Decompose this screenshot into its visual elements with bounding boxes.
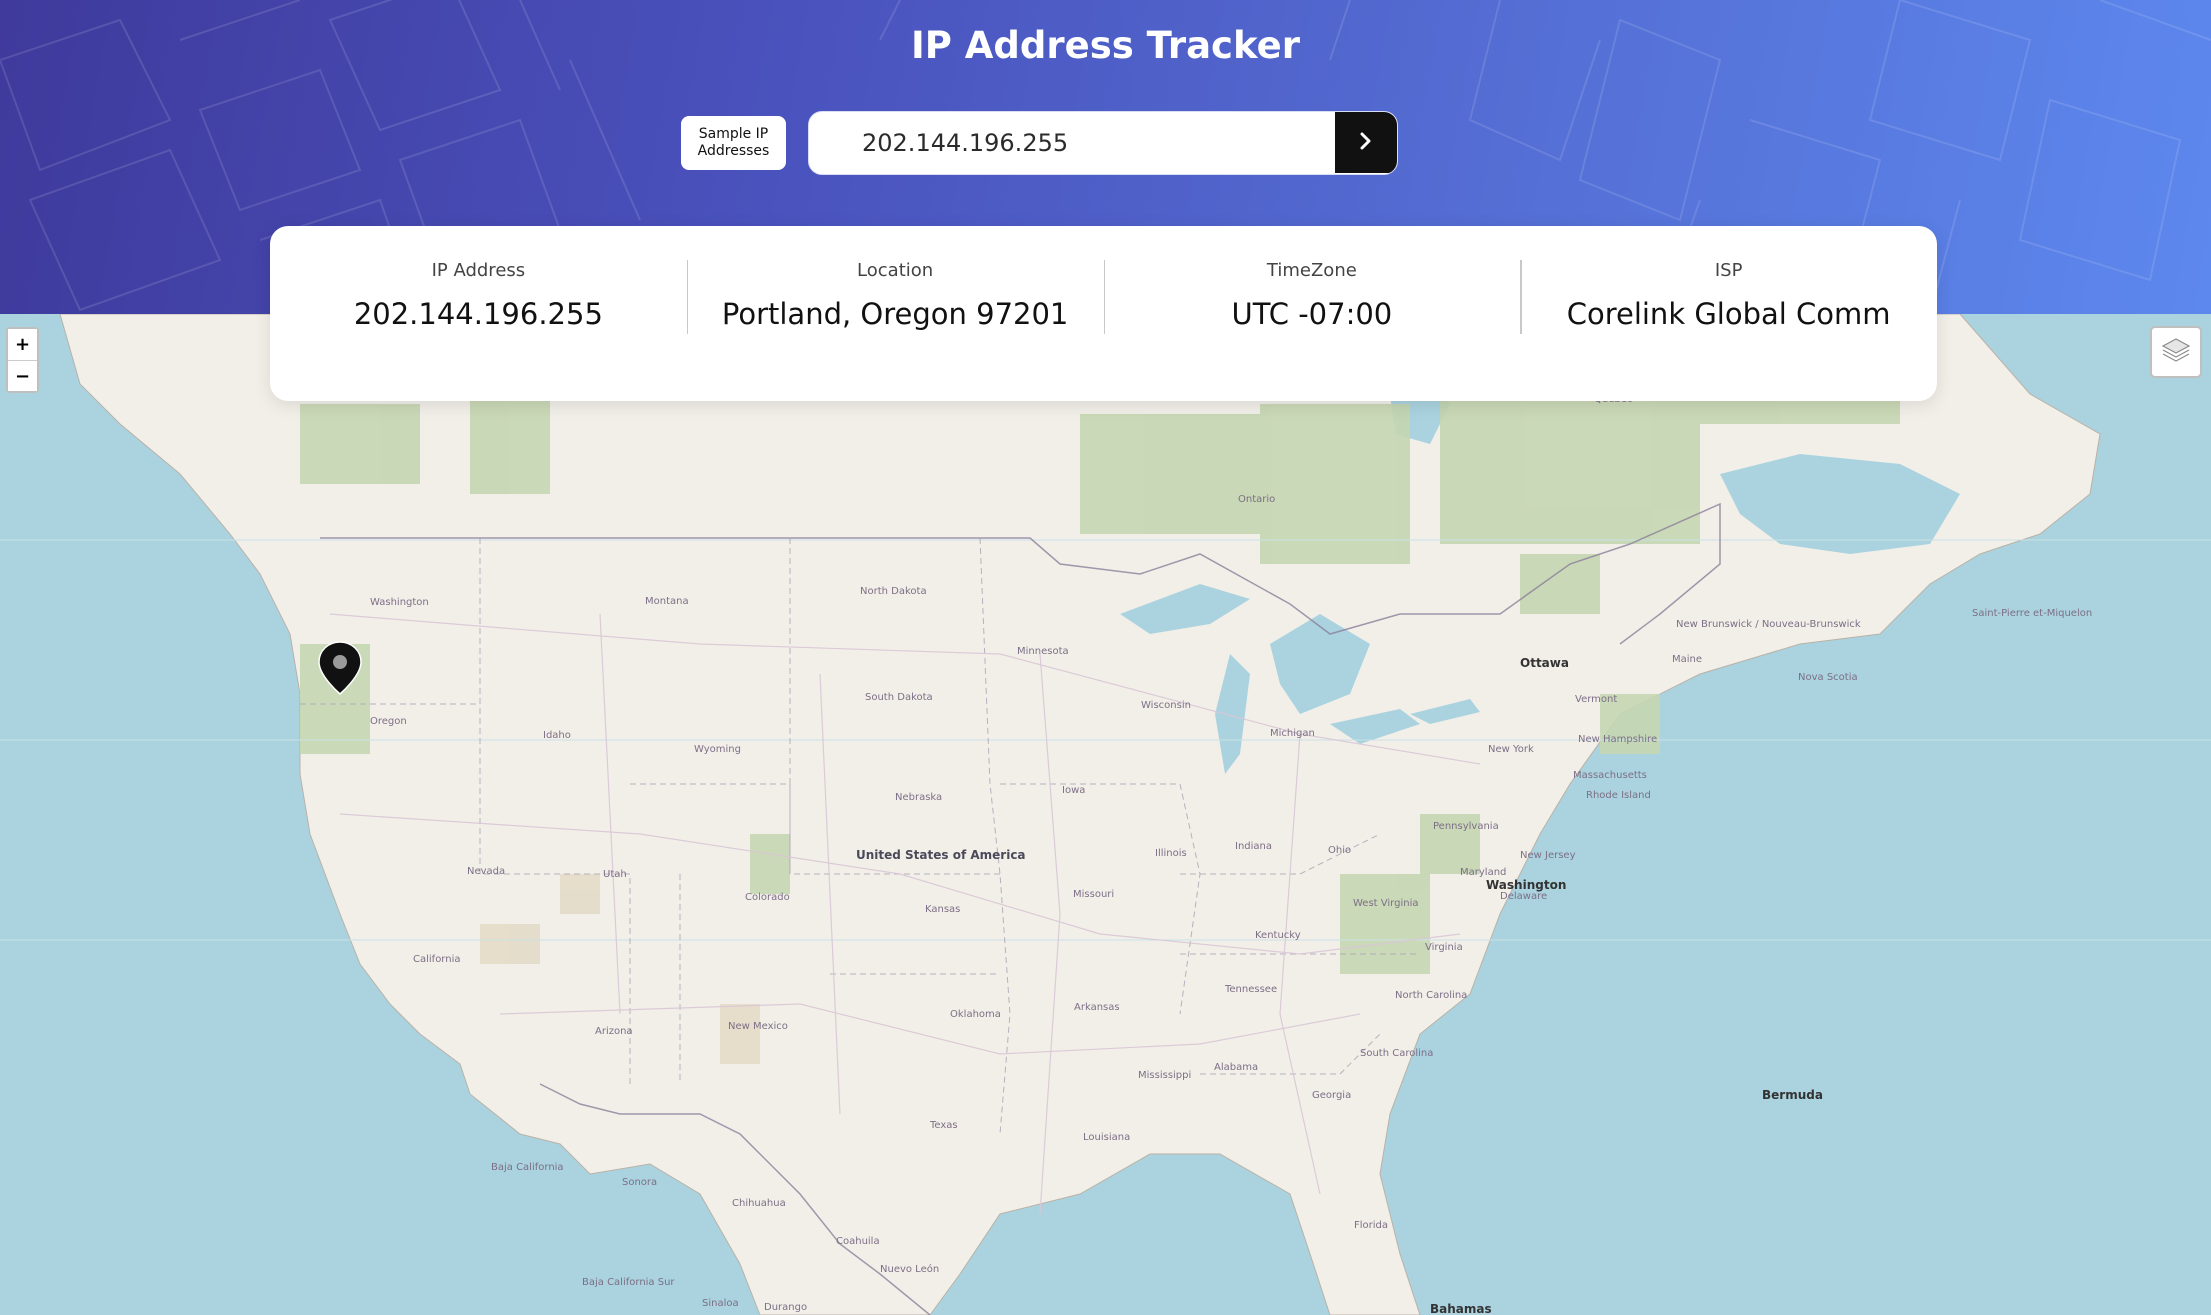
- map-label-ohio: Ohio: [1328, 845, 1352, 856]
- map-label-new-mexico: New Mexico: [728, 1021, 788, 1032]
- isp-section: ISP Corelink Global Comm: [1520, 226, 1937, 401]
- zoom-in-button[interactable]: +: [8, 329, 37, 360]
- map-label-mississippi: Mississippi: [1138, 1070, 1192, 1081]
- map-label-alabama: Alabama: [1214, 1062, 1259, 1073]
- sample-ip-button[interactable]: Sample IP Addresses: [681, 116, 786, 170]
- map-label-wisconsin: Wisconsin: [1141, 700, 1191, 711]
- map-label-baja-california: Baja California: [491, 1162, 564, 1173]
- search-box: [808, 111, 1398, 175]
- map-label-delaware: Delaware: [1500, 891, 1548, 902]
- map-view[interactable]: United States of America Ottawa Washingt…: [0, 314, 2211, 1315]
- location-section: Location Portland, Oregon 97201: [686, 226, 1104, 401]
- ip-address-label: IP Address: [431, 260, 526, 281]
- ip-address-section: IP Address 202.144.196.255: [270, 226, 687, 401]
- map-label-tennessee: Tennessee: [1225, 984, 1278, 995]
- map-label-idaho: Idaho: [543, 730, 571, 741]
- map-label-coahuila: Coahuila: [836, 1236, 880, 1247]
- timezone-label: TimeZone: [1266, 260, 1357, 281]
- map-label-baja-california-sur: Baja California Sur: [582, 1277, 675, 1288]
- map-label-west-virginia: West Virginia: [1353, 898, 1419, 909]
- map-label-saint-pierre: Saint-Pierre et-Miquelon: [1972, 608, 2093, 619]
- map-label-california: California: [413, 954, 461, 965]
- map-label-sinaloa: Sinaloa: [702, 1298, 739, 1309]
- ip-info-card: IP Address 202.144.196.255 Location Port…: [270, 226, 1937, 401]
- map-label-montana: Montana: [645, 596, 689, 607]
- isp-label: ISP: [1714, 260, 1743, 281]
- zoom-control: + −: [6, 327, 39, 393]
- map-label-michigan: Michigan: [1270, 728, 1315, 739]
- zoom-out-button[interactable]: −: [8, 360, 37, 391]
- map-label-ottawa: Ottawa: [1520, 656, 1569, 670]
- map-label-maryland: Maryland: [1460, 867, 1507, 878]
- map-label-nova-scotia: Nova Scotia: [1798, 672, 1858, 683]
- map-label-sonora: Sonora: [622, 1177, 658, 1188]
- map-label-colorado: Colorado: [745, 892, 790, 903]
- map-label-nebraska: Nebraska: [895, 792, 943, 803]
- map-label-usa: United States of America: [856, 848, 1026, 862]
- map-label-maine: Maine: [1672, 654, 1703, 665]
- map-label-utah: Utah: [603, 869, 627, 880]
- map-label-illinois: Illinois: [1155, 848, 1187, 859]
- map-label-vermont: Vermont: [1575, 694, 1618, 705]
- chevron-right-icon: [1358, 132, 1374, 153]
- map-label-georgia: Georgia: [1312, 1090, 1352, 1101]
- ip-search-input[interactable]: [809, 112, 1337, 173]
- map-label-washington-state: Washington: [370, 597, 429, 608]
- location-label: Location: [857, 260, 934, 281]
- location-value: Portland, Oregon 97201: [721, 297, 1069, 331]
- map-label-washington-dc: Washington: [1486, 878, 1567, 892]
- map-label-arkansas: Arkansas: [1074, 1002, 1120, 1013]
- map-label-north-carolina: North Carolina: [1395, 990, 1468, 1001]
- map-label-massachusetts: Massachusetts: [1573, 770, 1647, 781]
- map-label-oklahoma: Oklahoma: [950, 1009, 1001, 1020]
- map-label-new-brunswick: New Brunswick / Nouveau-Brunswick: [1676, 619, 1861, 630]
- map-label-ontario: Ontario: [1238, 494, 1276, 505]
- map-label-rhode-island: Rhode Island: [1586, 790, 1651, 801]
- map-label-minnesota: Minnesota: [1017, 646, 1069, 657]
- page-title: IP Address Tracker: [911, 24, 1300, 67]
- map-label-pennsylvania: Pennsylvania: [1433, 821, 1499, 832]
- map-label-north-dakota: North Dakota: [860, 586, 927, 597]
- search-submit-button[interactable]: [1335, 112, 1397, 173]
- layers-icon: [2161, 336, 2191, 368]
- map-label-virginia: Virginia: [1425, 942, 1463, 953]
- map-label-texas: Texas: [930, 1120, 958, 1131]
- map-label-bermuda: Bermuda: [1762, 1088, 1823, 1102]
- map-label-oregon: Oregon: [370, 716, 407, 727]
- map-label-iowa: Iowa: [1062, 785, 1086, 796]
- isp-value: Corelink Global Comm: [1566, 297, 1891, 331]
- map-label-louisiana: Louisiana: [1083, 1132, 1131, 1143]
- timezone-value: UTC -07:00: [1231, 297, 1393, 331]
- map-label-chihuahua: Chihuahua: [732, 1198, 786, 1209]
- map-label-missouri: Missouri: [1073, 889, 1115, 900]
- map-label-florida: Florida: [1354, 1220, 1389, 1231]
- map-tiles: [0, 314, 2211, 1315]
- map-label-durango: Durango: [764, 1302, 808, 1313]
- map-label-arizona: Arizona: [595, 1026, 633, 1037]
- map-pin-icon[interactable]: [317, 640, 363, 700]
- map-label-kentucky: Kentucky: [1255, 930, 1301, 941]
- timezone-section: TimeZone UTC -07:00: [1103, 226, 1521, 401]
- map-label-indiana: Indiana: [1235, 841, 1273, 852]
- map-label-nevada: Nevada: [467, 866, 506, 877]
- map-label-kansas: Kansas: [925, 904, 961, 915]
- map-label-south-dakota: South Dakota: [865, 692, 933, 703]
- map-label-bahamas: Bahamas: [1430, 1302, 1492, 1315]
- ip-address-value: 202.144.196.255: [353, 297, 603, 331]
- layers-control-button[interactable]: [2150, 326, 2202, 378]
- map-label-new-york: New York: [1488, 744, 1534, 755]
- map-label-new-hampshire: New Hampshire: [1578, 734, 1658, 745]
- map-label-nuevo-leon: Nuevo León: [880, 1264, 940, 1275]
- map-label-wyoming: Wyoming: [694, 744, 741, 755]
- map-label-south-carolina: South Carolina: [1360, 1048, 1434, 1059]
- map-label-new-jersey: New Jersey: [1520, 850, 1576, 861]
